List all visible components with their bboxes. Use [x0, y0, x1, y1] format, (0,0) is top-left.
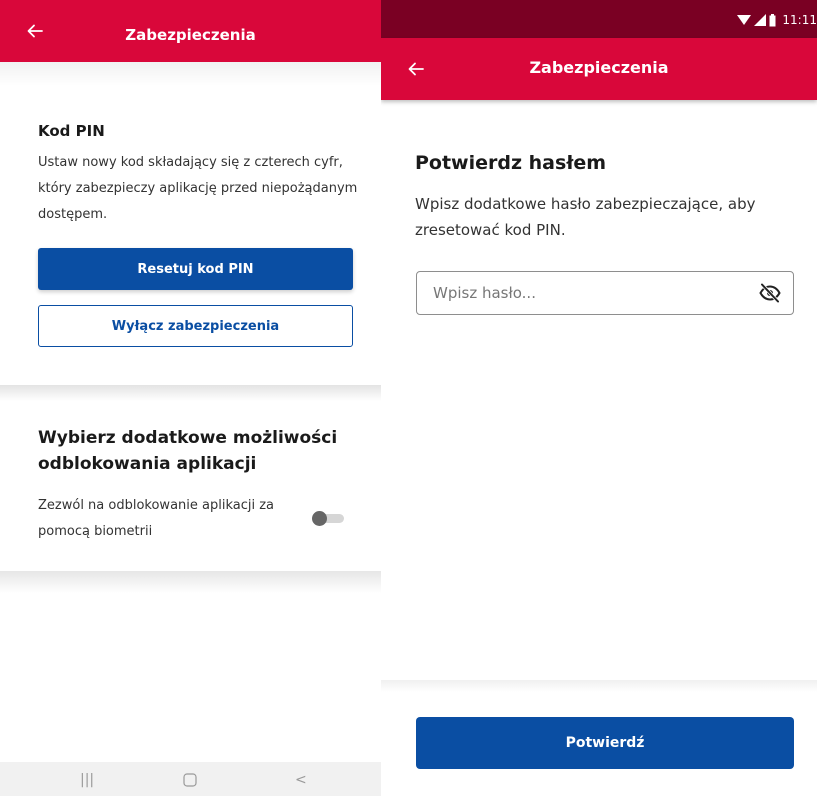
eye-off-icon[interactable] — [759, 283, 781, 303]
page-title: Zabezpieczenia — [125, 26, 256, 44]
battery-icon — [769, 13, 776, 26]
signal-icon — [754, 14, 767, 26]
wifi-icon — [737, 15, 752, 25]
home-icon[interactable] — [183, 773, 197, 787]
divider — [0, 62, 381, 86]
left-screen: Zabezpieczenia Kod PIN Ustaw nowy kod sk… — [0, 0, 381, 796]
divider — [0, 385, 381, 401]
app-bar: Zabezpieczenia — [381, 38, 817, 100]
app-bar: Zabezpieczenia — [0, 0, 381, 62]
unlock-options-card: Wybierz dodatkowe możliwości odblokowani… — [10, 401, 381, 571]
reset-pin-button[interactable]: Resetuj kod PIN — [38, 248, 353, 290]
disable-security-button[interactable]: Wyłącz zabezpieczenia — [38, 305, 353, 347]
unlock-options-heading: Wybierz dodatkowe możliwości odblokowani… — [38, 428, 338, 474]
pin-description: Ustaw nowy kod składający się z czterech… — [38, 155, 358, 222]
right-screen: 11:11 Zabezpieczenia Potwierdz hasłem Wp… — [381, 0, 817, 796]
back-nav-icon[interactable]: < — [295, 772, 307, 788]
password-input[interactable] — [417, 272, 747, 314]
pin-heading: Kod PIN — [38, 122, 105, 140]
confirm-description: Wpisz dodatkowe hasło zabezpieczające, a… — [415, 195, 756, 239]
toggle-knob — [312, 511, 327, 526]
page-title: Zabezpieczenia — [529, 58, 669, 77]
system-nav-bar: ||| < — [0, 762, 381, 796]
confirm-heading: Potwierdz hasłem — [415, 152, 607, 174]
status-time: 11:11 — [782, 13, 817, 27]
recent-apps-icon[interactable]: ||| — [80, 772, 94, 788]
password-field — [416, 271, 794, 315]
pin-card: Kod PIN Ustaw nowy kod składający się z … — [10, 86, 381, 386]
biometrics-label: Zezwól na odblokowanie aplikacji za pomo… — [38, 498, 275, 539]
divider — [381, 680, 817, 692]
status-bar: 11:11 — [381, 0, 817, 38]
divider — [0, 571, 381, 593]
confirm-button[interactable]: Potwierdź — [416, 717, 794, 769]
biometrics-toggle[interactable] — [312, 511, 346, 526]
